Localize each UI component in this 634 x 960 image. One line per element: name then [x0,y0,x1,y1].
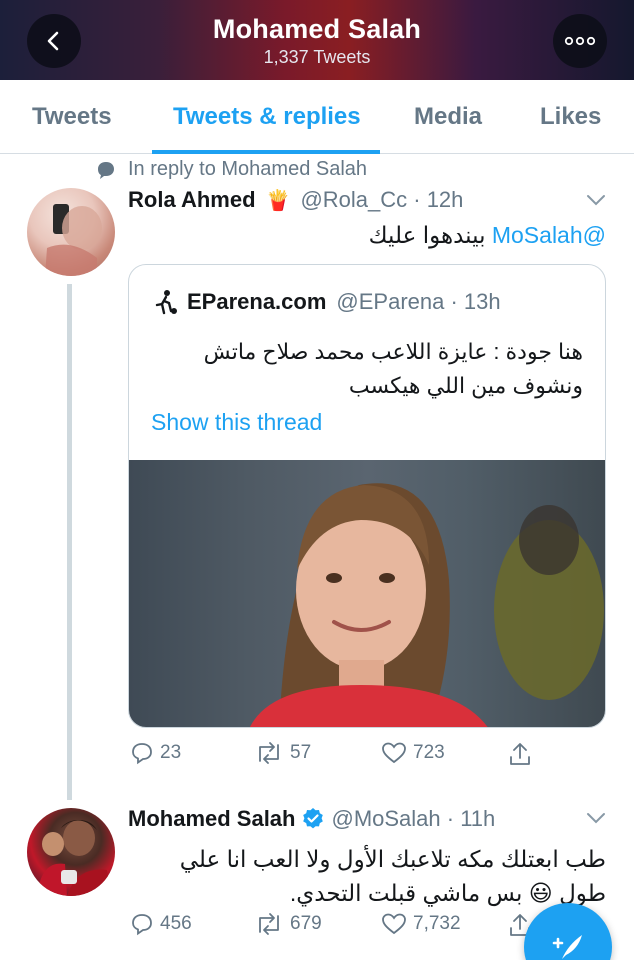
profile-tabs: Tweets Tweets & replies Media Likes [0,80,634,154]
like-count: 723 [413,742,445,763]
compose-tweet-icon [552,935,582,959]
retweet-count: 57 [290,742,312,763]
retweet-action[interactable]: 679 [254,912,322,936]
tweet-body: بيندهوا عليك [368,222,486,248]
chevron-down-icon[interactable] [586,812,606,824]
chevron-down-icon[interactable] [586,194,606,206]
more-button[interactable] [553,14,607,68]
quoted-author-handle-time[interactable]: @EParena · 13h [336,289,500,315]
reply-action[interactable]: 456 [130,912,192,936]
tweet-actions: 23 57 723 [128,741,548,775]
quoted-author-name[interactable]: EParena.com [187,289,326,315]
author-name[interactable]: Rola Ahmed [128,187,256,213]
share-action[interactable] [508,741,538,767]
reply-bubble-icon [98,161,114,179]
like-action[interactable]: 7,732 [381,912,461,936]
reply-count: 23 [160,742,182,763]
show-thread-link[interactable]: Show this thread [151,409,322,436]
avatar-rola-ahmed[interactable] [27,188,115,276]
quoted-tweet-card[interactable]: EParena.com @EParena · 13h هنا جودة : عا… [128,264,606,728]
retweet-count: 679 [290,913,322,934]
avatar-photo [45,204,102,276]
reply-context[interactable]: In reply to Mohamed Salah [96,158,367,181]
tab-media[interactable]: Media [414,80,482,154]
heart-icon [382,913,406,935]
retweet-icon [259,742,279,764]
quoted-tweet-photo[interactable] [129,460,605,727]
tweet-text: طب ابعتلك مكه تلاعبك الأول ولا العب انا … [179,846,606,906]
avatar-mohamed-salah[interactable] [27,808,115,896]
photo-girl-portrait [250,483,604,727]
thread-connector-line [67,284,72,800]
football-player-icon [155,290,177,315]
tab-tweets[interactable]: Tweets [32,80,112,154]
name-badge-emoji: 🍟 [265,189,291,212]
author-name[interactable]: Mohamed Salah [128,806,295,832]
tweet-header: Rola Ahmed 🍟 @Rola_Cc · 12h [128,187,463,213]
author-handle-time[interactable]: @MoSalah · 11h [331,806,495,832]
more-horizontal-icon [564,36,596,46]
quoted-tweet-header: EParena.com @EParena · 13h [153,289,501,315]
quoted-tweet-text: هنا جودة : عايزة اللاعب محمد صلاح ماتش و… [203,339,583,398]
retweet-action[interactable]: 57 [254,741,311,765]
verified-badge-icon [303,808,324,829]
reply-action[interactable]: 23 [130,741,181,765]
avatar-photo [37,820,111,896]
tab-likes[interactable]: Likes [540,80,601,154]
tweet-text: @MoSalah بيندهوا عليك [369,222,606,249]
tab-tweets-and-replies[interactable]: Tweets & replies [173,80,361,154]
profile-header: Mohamed Salah 1,337 Tweets [0,0,634,80]
tweet-header: Mohamed Salah @MoSalah · 11h [128,806,495,832]
mention-link[interactable]: @MoSalah [492,222,606,248]
reply-context-text: In reply to Mohamed Salah [128,158,368,180]
author-handle-time[interactable]: @Rola_Cc · 12h [300,187,463,213]
reply-icon [132,743,152,765]
reply-icon [132,914,152,936]
share-icon [510,743,530,765]
tweet-actions: 456 679 7,732 [128,912,548,946]
tweet-count: 1,337 Tweets [263,47,371,67]
retweet-icon [259,913,279,935]
reply-count: 456 [160,913,192,934]
active-tab-indicator [152,150,380,154]
like-action[interactable]: 723 [381,741,445,765]
heart-icon [382,742,406,764]
profile-name-title: Mohamed Salah [212,14,422,44]
like-count: 7,732 [413,913,461,934]
